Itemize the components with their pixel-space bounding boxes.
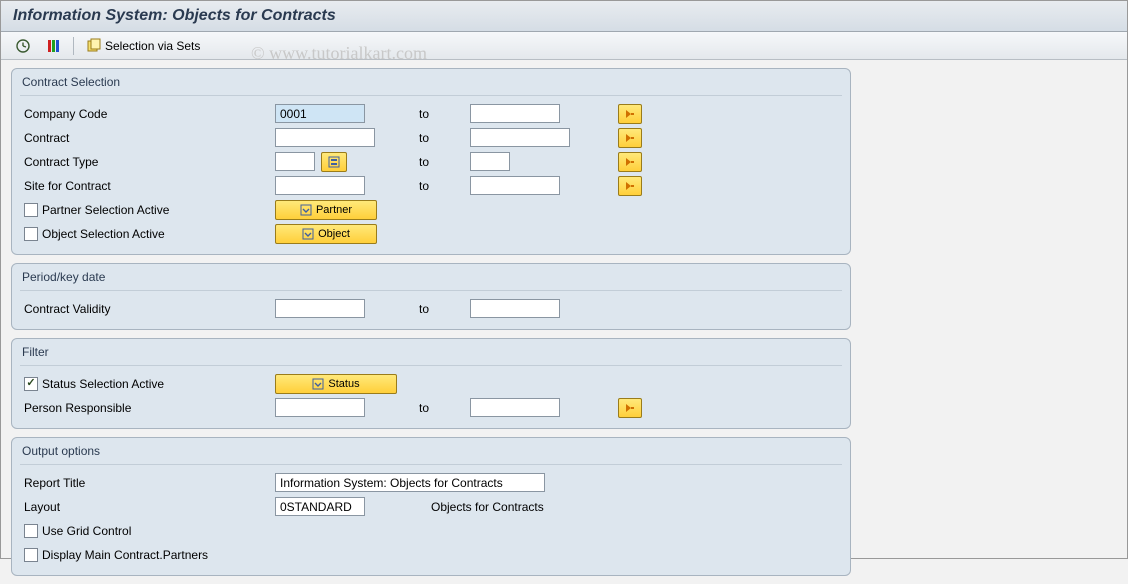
expand-icon [312,378,324,390]
person-multi-button[interactable] [618,398,642,418]
execute-icon [15,38,31,54]
label-contract-type: Contract Type [24,155,98,169]
label-status-selection: Status Selection Active [42,377,164,391]
to-label: to [419,155,429,169]
site-to-input[interactable] [470,176,560,195]
contract-type-to-input[interactable] [470,152,510,171]
group-title-period: Period/key date [20,268,842,291]
group-period: Period/key date Contract Validity to [11,263,851,330]
use-grid-checkbox[interactable] [24,524,38,538]
label-display-main-partners: Display Main Contract.Partners [42,548,208,562]
selection-via-sets-label: Selection via Sets [105,39,200,53]
company-code-to-input[interactable] [470,104,560,123]
partner-selection-checkbox[interactable] [24,203,38,217]
layout-input[interactable] [275,497,365,516]
contract-type-from-input[interactable] [275,152,315,171]
label-report-title: Report Title [24,476,85,490]
group-contract-selection: Contract Selection Company Code to Contr… [11,68,851,255]
object-button[interactable]: Object [275,224,377,244]
label-contract-validity: Contract Validity [24,302,110,316]
validity-from-input[interactable] [275,299,365,318]
to-label: to [419,302,429,316]
company-code-from-input[interactable] [275,104,365,123]
row-contract: Contract to [20,126,842,149]
label-contract: Contract [24,131,69,145]
label-object-selection: Object Selection Active [42,227,165,241]
row-use-grid: Use Grid Control [20,519,842,542]
row-layout: Layout Objects for Contracts [20,495,842,518]
expand-icon [300,204,312,216]
row-status-selection: Status Selection Active Status [20,372,842,395]
row-person-responsible: Person Responsible to [20,396,842,419]
variants-icon [45,38,61,54]
toolbar-separator [73,37,74,55]
person-from-input[interactable] [275,398,365,417]
to-label: to [419,107,429,121]
variants-button[interactable] [41,36,65,56]
label-partner-selection: Partner Selection Active [42,203,169,217]
object-button-label: Object [318,228,350,240]
partner-button[interactable]: Partner [275,200,377,220]
search-help-icon [328,156,340,168]
person-to-input[interactable] [470,398,560,417]
row-contract-type: Contract Type to [20,150,842,173]
contract-multi-button[interactable] [618,128,642,148]
label-use-grid: Use Grid Control [42,524,131,538]
status-button[interactable]: Status [275,374,397,394]
display-main-partners-checkbox[interactable] [24,548,38,562]
partner-button-label: Partner [316,204,352,216]
contract-type-multi-button[interactable] [618,152,642,172]
to-label: to [419,179,429,193]
label-layout: Layout [24,500,60,514]
site-from-input[interactable] [275,176,365,195]
row-display-main-partners: Display Main Contract.Partners [20,543,842,566]
row-partner-selection: Partner Selection Active Partner [20,198,842,221]
row-company-code: Company Code to [20,102,842,125]
object-selection-checkbox[interactable] [24,227,38,241]
window-title: Information System: Objects for Contract… [13,7,336,24]
window-titlebar: Information System: Objects for Contract… [1,1,1127,32]
report-title-input[interactable] [275,473,545,492]
contract-to-input[interactable] [470,128,570,147]
group-title-contract-selection: Contract Selection [20,73,842,96]
label-company-code: Company Code [24,107,107,121]
application-toolbar: Selection via Sets [1,32,1127,60]
row-object-selection: Object Selection Active Object [20,222,842,245]
label-site: Site for Contract [24,179,111,193]
group-filter: Filter Status Selection Active Status Pe… [11,338,851,429]
group-output: Output options Report Title Layout Objec… [11,437,851,576]
status-button-label: Status [328,378,359,390]
layout-description: Objects for Contracts [431,500,544,514]
sets-icon [86,38,102,54]
row-report-title: Report Title [20,471,842,494]
row-contract-validity: Contract Validity to [20,297,842,320]
contract-type-f4-button[interactable] [321,152,347,172]
status-selection-checkbox[interactable] [24,377,38,391]
contract-from-input[interactable] [275,128,375,147]
group-title-output: Output options [20,442,842,465]
group-title-filter: Filter [20,343,842,366]
label-person-responsible: Person Responsible [24,401,131,415]
selection-via-sets-button[interactable]: Selection via Sets [82,36,204,56]
execute-button[interactable] [11,36,35,56]
to-label: to [419,131,429,145]
company-code-multi-button[interactable] [618,104,642,124]
row-site: Site for Contract to [20,174,842,197]
expand-icon [302,228,314,240]
validity-to-input[interactable] [470,299,560,318]
to-label: to [419,401,429,415]
site-multi-button[interactable] [618,176,642,196]
